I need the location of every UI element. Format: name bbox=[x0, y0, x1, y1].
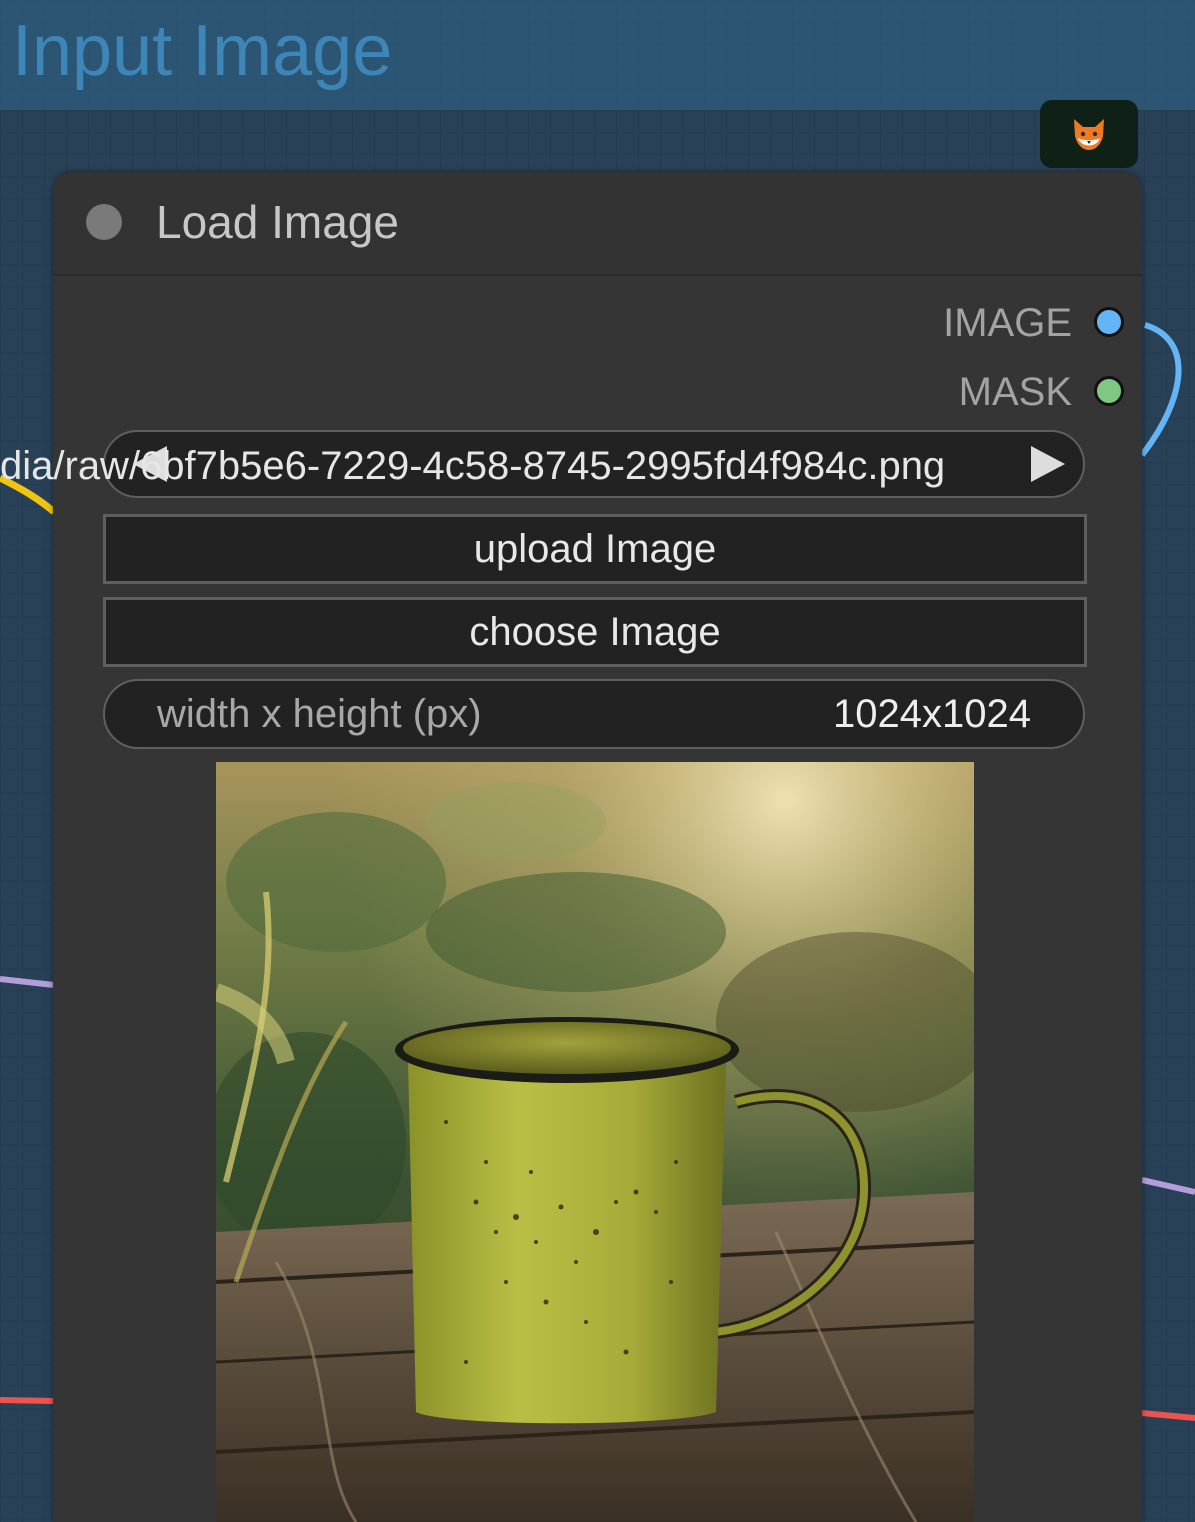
output-mask-label: MASK bbox=[958, 370, 1072, 414]
output-image-label: IMAGE bbox=[943, 301, 1072, 345]
upload-image-button[interactable]: upload Image bbox=[103, 514, 1087, 584]
size-value: 1024x1024 bbox=[833, 692, 1031, 736]
fox-face-icon bbox=[1074, 119, 1104, 150]
size-widget[interactable]: width x height (px) 1024x1024 bbox=[103, 679, 1085, 749]
image-filename-value: dia/raw/6bf7b5e6-7229-4c58-8745-2995fd4f… bbox=[0, 443, 945, 489]
wire-purple-in bbox=[0, 976, 55, 988]
wire-image-out bbox=[1139, 322, 1182, 457]
image-preview bbox=[216, 762, 974, 1522]
choose-image-button[interactable]: choose Image bbox=[103, 597, 1087, 667]
node-header[interactable]: Load Image bbox=[53, 172, 1142, 276]
size-label: width x height (px) bbox=[157, 692, 482, 736]
image-filename-overflow: dia/raw/ bbox=[0, 444, 141, 488]
collapse-dot-icon[interactable] bbox=[86, 204, 122, 240]
wire-purple-out bbox=[1141, 1177, 1195, 1195]
node-title: Load Image bbox=[156, 196, 399, 248]
arrow-right-icon[interactable] bbox=[1031, 446, 1065, 482]
wire-red-in bbox=[0, 1397, 55, 1404]
load-image-node[interactable]: Load Image IMAGE MASK upload Image choos… bbox=[53, 172, 1142, 1522]
node-badge[interactable] bbox=[1040, 100, 1138, 168]
wire-red-out bbox=[1141, 1410, 1195, 1421]
output-mask-slot[interactable] bbox=[1094, 376, 1124, 406]
image-filename: 6bf7b5e6-7229-4c58-8745-2995fd4f984c.png bbox=[140, 444, 946, 488]
output-image-slot[interactable] bbox=[1094, 307, 1124, 337]
